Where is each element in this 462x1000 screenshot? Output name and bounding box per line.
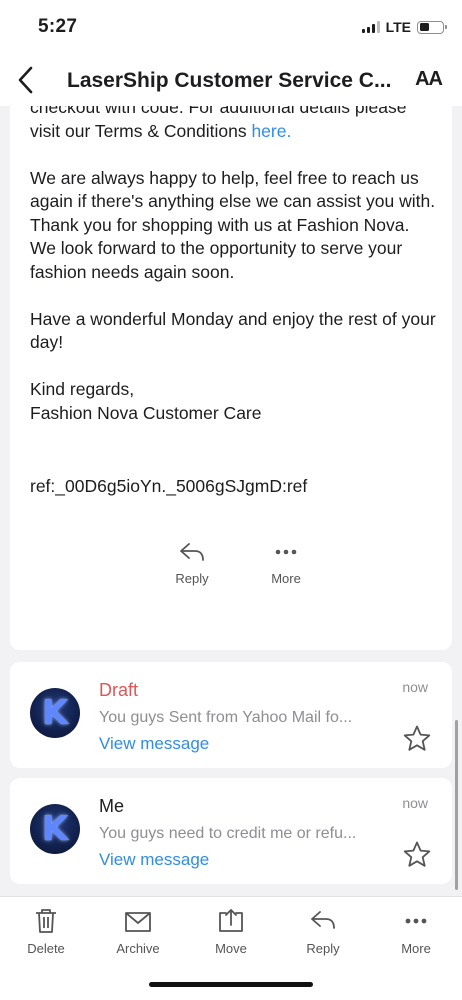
move-label: Move	[215, 941, 247, 956]
reply-icon	[180, 543, 204, 561]
email-ref: ref:_00D6g5ioYn._5006gSJgmD:ref	[30, 476, 308, 496]
trash-icon	[36, 909, 56, 933]
text-size-button[interactable]: AA	[415, 68, 443, 91]
message-snippet: You guys Sent from Yahoo Mail fo...	[99, 709, 353, 726]
nav-bar: LaserShip Customer Service C... AA	[0, 56, 462, 106]
delete-button[interactable]: Delete	[16, 907, 76, 956]
view-message-link[interactable]: View message	[99, 850, 209, 870]
network-label: LTE	[385, 19, 411, 35]
message-sender: Draft	[99, 680, 139, 700]
message-item-draft[interactable]: K Draft You guys Sent from Yahoo Mail fo…	[10, 662, 452, 768]
battery-icon	[417, 20, 447, 34]
archive-button[interactable]: Archive	[108, 907, 168, 956]
terms-link[interactable]: here.	[251, 121, 291, 141]
view-message-link[interactable]: View message	[99, 734, 209, 754]
card-reply-label: Reply	[175, 571, 209, 586]
message-snippet: You guys need to credit me or refu...	[99, 825, 357, 842]
signal-icon	[361, 21, 380, 33]
email-body: checkout with code. For additional detai…	[30, 106, 440, 425]
email-paragraph-help: We are always happy to help, feel free t…	[30, 167, 436, 282]
more-icon	[275, 549, 297, 555]
message-thread[interactable]: checkout with code. For additional detai…	[0, 106, 462, 896]
back-button[interactable]	[14, 64, 38, 96]
message-time: now	[402, 679, 428, 695]
reply-label: Reply	[306, 941, 340, 956]
message-time: now	[402, 795, 428, 811]
avatar: K	[30, 688, 80, 738]
email-terms-line: visit our Terms & Conditions here.	[30, 120, 440, 144]
star-icon	[403, 841, 431, 867]
reply-button[interactable]: Reply	[293, 907, 353, 956]
page-title: LaserShip Customer Service C...	[67, 69, 392, 92]
archive-icon	[125, 912, 151, 932]
card-actions: Reply More	[170, 541, 308, 586]
card-more-label: More	[271, 571, 301, 586]
scrollbar[interactable]	[455, 720, 458, 890]
more-icon	[405, 918, 427, 924]
status-indicators: LTE	[361, 19, 447, 35]
more-label: More	[401, 941, 431, 956]
star-icon	[403, 725, 431, 751]
move-button[interactable]: Move	[201, 907, 261, 956]
delete-label: Delete	[27, 941, 65, 956]
email-body-card: checkout with code. For additional detai…	[10, 106, 452, 650]
email-closing: Kind regards,	[30, 379, 135, 399]
chevron-left-icon	[18, 66, 33, 94]
card-reply-button[interactable]: Reply	[170, 541, 214, 586]
email-line-partial: checkout with code. For additional detai…	[30, 106, 407, 117]
card-more-button[interactable]: More	[264, 541, 308, 586]
avatar: K	[30, 804, 80, 854]
message-item-me[interactable]: K Me You guys need to credit me or refu.…	[10, 778, 452, 884]
email-signature: Fashion Nova Customer Care	[30, 402, 262, 423]
move-icon	[219, 909, 243, 932]
terms-prefix: visit our Terms & Conditions	[30, 120, 252, 141]
more-button[interactable]: More	[386, 907, 446, 956]
email-paragraph-wish: Have a wonderful Monday and enjoy the re…	[30, 308, 436, 353]
star-button[interactable]	[402, 840, 432, 870]
home-indicator	[149, 982, 313, 987]
reply-icon	[311, 911, 335, 929]
archive-label: Archive	[116, 941, 160, 956]
status-time: 5:27	[38, 16, 78, 37]
star-button[interactable]	[402, 724, 432, 754]
message-sender: Me	[99, 796, 125, 816]
status-bar: 5:27 LTE	[0, 0, 462, 56]
